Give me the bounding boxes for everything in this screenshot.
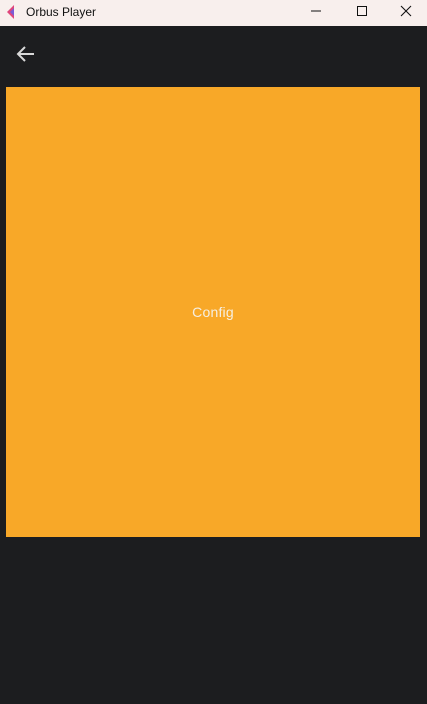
config-label: Config: [192, 304, 234, 320]
app-window: Orbus Player Config: [0, 0, 427, 704]
config-panel[interactable]: Config: [6, 87, 420, 537]
close-button[interactable]: [384, 0, 427, 26]
orbus-logo-icon: [4, 4, 20, 20]
app-bar: [0, 26, 427, 84]
close-icon: [400, 4, 412, 22]
maximize-button[interactable]: [339, 0, 385, 26]
maximize-icon: [356, 4, 368, 22]
minimize-icon: [310, 4, 322, 22]
minimize-button[interactable]: [293, 0, 339, 26]
arrow-left-icon: [16, 44, 36, 69]
window-title: Orbus Player: [26, 5, 97, 19]
back-button[interactable]: [10, 40, 42, 72]
title-bar[interactable]: Orbus Player: [0, 0, 427, 26]
